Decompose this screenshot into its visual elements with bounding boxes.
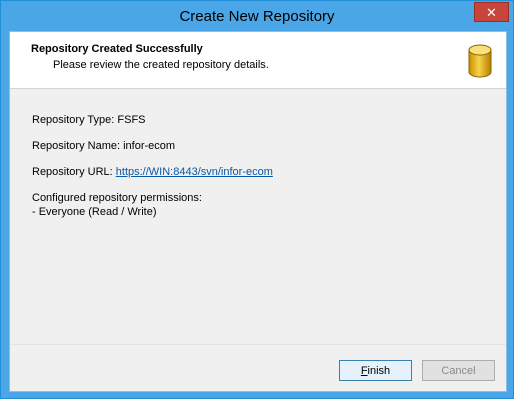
repository-url-row: Repository URL: https://WIN:8443/svn/inf…	[32, 166, 273, 178]
permissions-title: Configured repository permissions:	[32, 192, 202, 204]
dialog-client-area: Repository Created Successfully Please r…	[9, 31, 507, 392]
title-bar[interactable]: Create New Repository ✕	[1, 1, 513, 31]
header-title: Repository Created Successfully	[31, 43, 203, 55]
dialog-window: Create New Repository ✕ Repository Creat…	[0, 0, 514, 399]
close-button[interactable]: ✕	[474, 2, 509, 22]
repository-url-label: Repository URL:	[32, 166, 116, 178]
database-icon	[468, 44, 492, 78]
repository-name: Repository Name: infor-ecom	[32, 140, 176, 152]
finish-button[interactable]: Finish	[339, 360, 412, 381]
footer-divider	[10, 344, 506, 345]
permission-entry: - Everyone (Read / Write)	[32, 206, 157, 218]
header-subtitle: Please review the created repository det…	[53, 59, 269, 71]
wizard-header: Repository Created Successfully Please r…	[10, 32, 506, 89]
repository-type: Repository Type: FSFS	[32, 114, 146, 126]
repository-url-link[interactable]: https://WIN:8443/svn/infor-ecom	[116, 166, 273, 178]
finish-mnemonic: F	[360, 364, 368, 377]
cancel-label: Cancel	[441, 364, 476, 377]
finish-label: inish	[367, 364, 391, 377]
cancel-button[interactable]: Cancel	[422, 360, 495, 381]
close-icon: ✕	[486, 4, 497, 20]
window-title: Create New Repository	[179, 8, 335, 25]
